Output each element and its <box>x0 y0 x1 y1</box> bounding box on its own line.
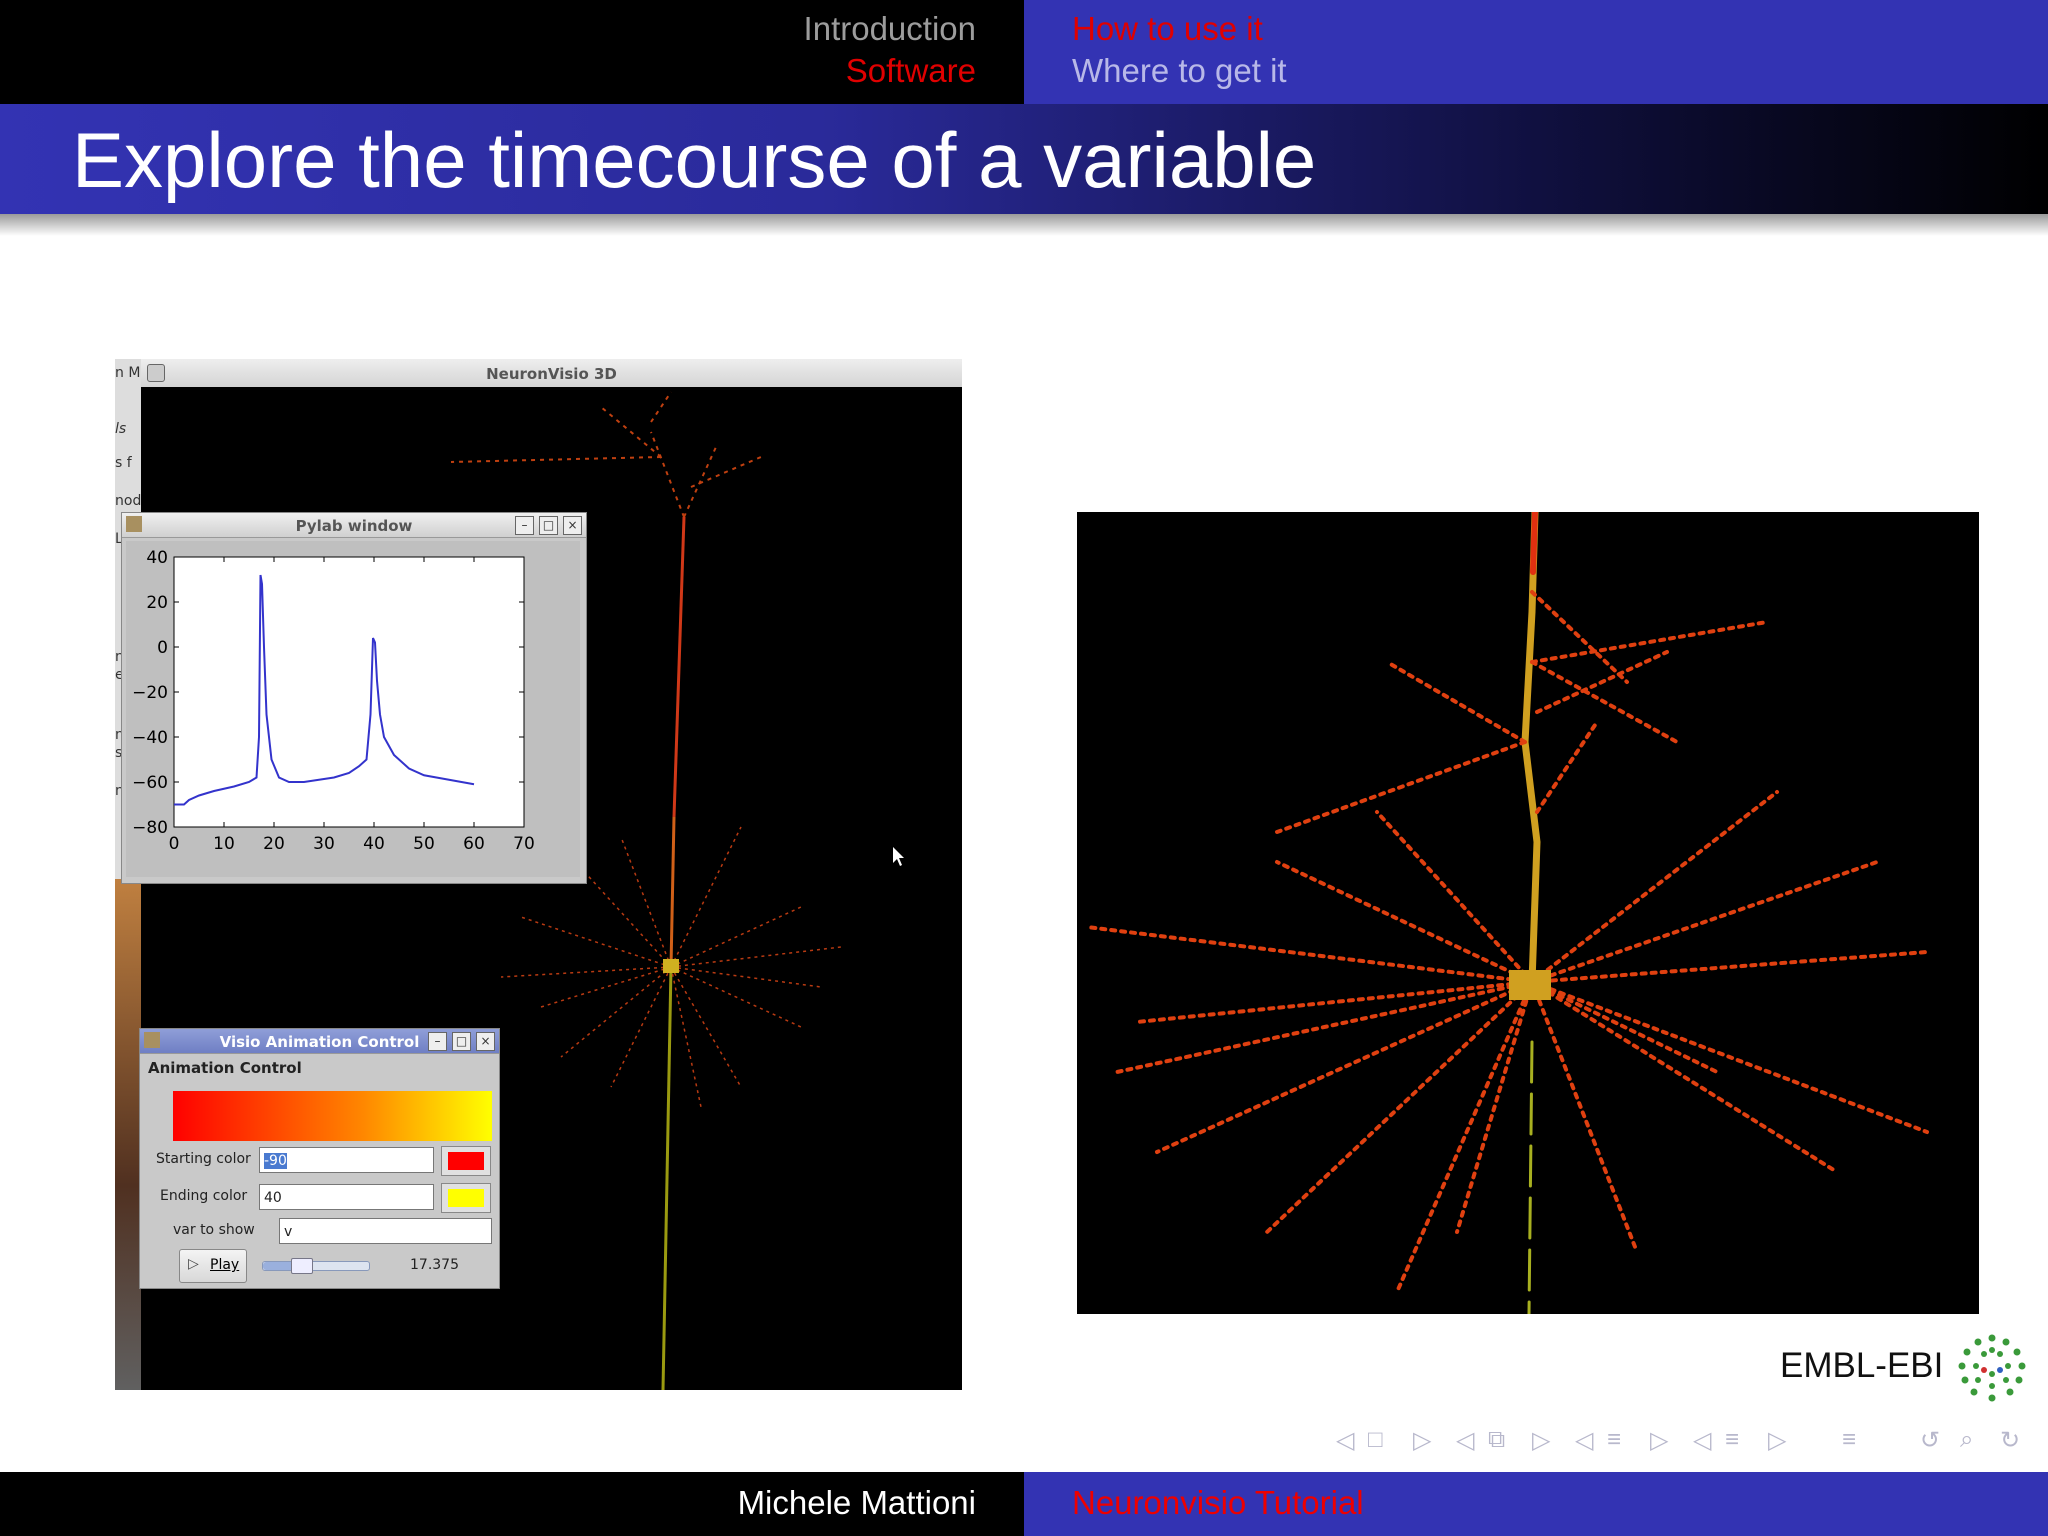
x-tick-label: 70 <box>513 834 535 854</box>
footer-right: Neuronvisio Tutorial <box>1024 1472 2048 1536</box>
nav-section-introduction[interactable]: Introduction <box>804 8 976 50</box>
nav-symbol-icon[interactable]: ≡ <box>1842 1426 1856 1454</box>
header-bar: Introduction Software How to use it Wher… <box>0 0 2048 104</box>
nav-symbol-icon[interactable]: ⧉ <box>1488 1426 1505 1454</box>
nav-subsection-how-to-use[interactable]: How to use it <box>1072 8 1263 50</box>
footer-talk-title: Neuronvisio Tutorial <box>1072 1484 1364 1521</box>
time-slider[interactable] <box>262 1258 370 1274</box>
y-tick-label: 0 <box>157 638 168 658</box>
slide-title: Explore the timecourse of a variable <box>72 116 1317 204</box>
x-tick-label: 20 <box>263 834 285 854</box>
nav-section-software[interactable]: Software <box>846 50 976 92</box>
x-tick-label: 0 <box>169 834 180 854</box>
x-tick-label: 40 <box>363 834 385 854</box>
play-label: Play <box>210 1257 240 1273</box>
nav-symbol-icon[interactable]: ◁ <box>1456 1426 1474 1455</box>
time-value: 17.375 <box>410 1257 459 1273</box>
starting-color-swatch <box>448 1152 484 1170</box>
embl-ebi-logo-icon <box>1958 1334 2026 1402</box>
ending-color-label: Ending color <box>160 1188 248 1204</box>
y-tick-label: −40 <box>132 728 168 748</box>
nav-symbol-icon[interactable]: ▷ <box>1413 1426 1431 1455</box>
header-left: Introduction Software <box>0 0 1024 104</box>
neuron-render-image <box>1077 508 1979 1316</box>
nav-symbol-icon[interactable]: ≡ <box>1725 1426 1739 1454</box>
nav-subsection-where-to-get[interactable]: Where to get it <box>1072 50 1287 92</box>
y-tick-label: 40 <box>146 548 168 568</box>
nav-symbol-icon[interactable]: ≡ <box>1607 1426 1621 1454</box>
y-tick-label: 20 <box>146 593 168 613</box>
header-right: How to use it Where to get it <box>1024 0 2048 104</box>
x-tick-label: 60 <box>463 834 485 854</box>
x-tick-label: 10 <box>213 834 235 854</box>
animation-titlebar[interactable]: Visio Animation Control – □ × <box>140 1029 499 1054</box>
logo-text: EMBL-EBI <box>1780 1346 1944 1385</box>
strip-text: s f <box>115 455 132 471</box>
x-tick-label: 30 <box>313 834 335 854</box>
strip-text: ls <box>115 421 127 437</box>
desktop-background <box>115 879 141 1390</box>
footer-bar: Michele Mattioni Neuronvisio Tutorial <box>0 1472 2048 1536</box>
footer-author: Michele Mattioni <box>737 1484 976 1521</box>
x-tick-label: 50 <box>413 834 435 854</box>
mouse-cursor-icon <box>893 847 904 866</box>
neuronvisio-3d-title: NeuronVisio 3D <box>486 365 617 383</box>
footer-left: Michele Mattioni <box>0 1472 1024 1536</box>
nav-symbol-icon[interactable]: ◁ <box>1336 1426 1354 1455</box>
slide-title-bar: Explore the timecourse of a variable <box>0 104 2048 214</box>
strip-text: n M <box>115 365 141 381</box>
pylab-window[interactable]: Pylab window – □ × 0 10 20 30 40 50 60 70 40 20 0−… <box>121 512 587 884</box>
animation-control-window[interactable]: Visio Animation Control – □ × Animation … <box>139 1028 500 1289</box>
minimize-icon[interactable]: – <box>515 516 534 535</box>
y-tick-label: −60 <box>132 773 168 793</box>
nav-symbol-icon[interactable]: ↺ <box>1920 1426 1940 1455</box>
pylab-canvas: 0 10 20 30 40 50 60 70 40 20 0 −20 −40 −60 −80 <box>126 541 580 877</box>
play-icon: ▷ <box>188 1256 199 1272</box>
strip-text: nod <box>115 493 142 509</box>
neuronvisio-3d-titlebar[interactable]: NeuronVisio 3D <box>141 359 962 388</box>
neuron-dendrites-render <box>1085 508 1929 1316</box>
color-gradient-bar <box>173 1091 492 1141</box>
var-to-show-label: var to show <box>173 1222 255 1238</box>
starting-color-value: -90 <box>264 1153 287 1169</box>
ending-color-button[interactable] <box>441 1183 491 1213</box>
nav-symbol-icon[interactable]: ◁ <box>1693 1426 1711 1455</box>
y-tick-label: −20 <box>132 683 168 703</box>
nav-symbol-icon[interactable]: ▷ <box>1650 1426 1668 1455</box>
y-tick-label: −80 <box>132 818 168 838</box>
nav-symbol-icon[interactable]: ◁ <box>1575 1426 1593 1455</box>
ending-color-input[interactable]: 40 <box>259 1184 434 1210</box>
ending-color-swatch <box>448 1189 484 1207</box>
time-slider-thumb[interactable] <box>290 1258 313 1274</box>
title-shadow <box>0 214 2048 236</box>
maximize-icon[interactable]: □ <box>539 516 558 535</box>
plot-area <box>173 556 525 828</box>
starting-color-label: Starting color <box>156 1151 251 1167</box>
nav-symbol-icon[interactable]: □ <box>1368 1426 1383 1454</box>
minimize-icon[interactable]: – <box>428 1032 447 1051</box>
play-button[interactable]: ▷ Play <box>179 1249 247 1283</box>
pylab-titlebar[interactable]: Pylab window – □ × <box>122 513 586 538</box>
nav-symbol-icon[interactable]: ▷ <box>1532 1426 1550 1455</box>
neuronvisio-screenshot: n M ls s f nod L n e n s n NeuronVisio 3… <box>115 359 962 1390</box>
starting-color-input[interactable]: -90 <box>259 1147 434 1173</box>
nav-symbol-icon[interactable]: ⌕ <box>1960 1426 1973 1454</box>
var-to-show-input[interactable]: v <box>279 1218 492 1244</box>
maximize-icon[interactable]: □ <box>452 1032 471 1051</box>
voltage-timecourse-plot: 0 10 20 30 40 50 60 70 40 20 0 −20 −40 −60 −80 <box>132 548 535 854</box>
nav-symbol-icon[interactable]: ▷ <box>1768 1426 1786 1455</box>
close-icon[interactable]: × <box>563 516 582 535</box>
close-icon[interactable]: × <box>476 1032 495 1051</box>
nav-symbol-icon[interactable]: ↻ <box>2000 1426 2020 1455</box>
starting-color-button[interactable] <box>441 1146 491 1176</box>
animation-section-label: Animation Control <box>148 1059 302 1077</box>
